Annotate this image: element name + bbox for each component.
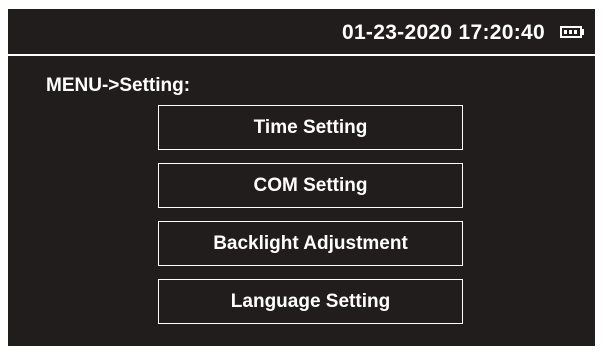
com-setting-button[interactable]: COM Setting bbox=[158, 163, 463, 208]
battery-icon bbox=[560, 26, 582, 38]
backlight-adjustment-button[interactable]: Backlight Adjustment bbox=[158, 221, 463, 266]
datetime-display: 01-23-2020 17:20:40 bbox=[341, 21, 545, 44]
device-screen: 01-23-2020 17:20:40 MENU->Setting: Time … bbox=[8, 9, 595, 346]
status-bar: 01-23-2020 17:20:40 bbox=[8, 9, 595, 54]
menu-title: MENU->Setting: bbox=[46, 75, 191, 96]
battery-cell bbox=[574, 30, 577, 34]
status-divider bbox=[8, 54, 595, 56]
menu-list: Time Setting COM Setting Backlight Adjus… bbox=[158, 105, 463, 337]
language-setting-button[interactable]: Language Setting bbox=[158, 279, 463, 324]
time-setting-button[interactable]: Time Setting bbox=[158, 105, 463, 150]
battery-cell bbox=[564, 30, 567, 34]
battery-tip bbox=[581, 29, 584, 35]
battery-cell bbox=[569, 30, 572, 34]
